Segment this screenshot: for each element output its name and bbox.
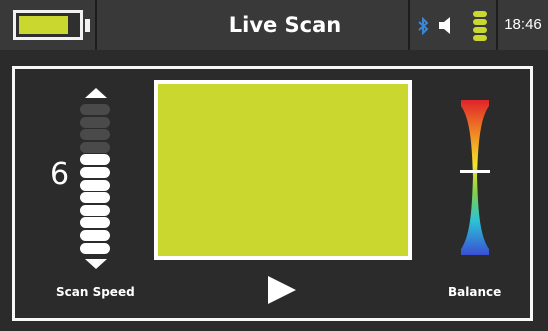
- balance-gradient-bar: [461, 100, 489, 255]
- speed-segment: [80, 217, 110, 228]
- speed-segment: [80, 104, 110, 115]
- page-title: Live Scan: [228, 13, 342, 37]
- speed-segment: [80, 142, 110, 153]
- play-icon[interactable]: [268, 276, 296, 304]
- speed-segment: [80, 167, 110, 178]
- status-bar: Live Scan 18:46: [0, 0, 548, 50]
- speed-segment: [80, 180, 110, 191]
- speed-segment: [80, 117, 110, 128]
- speed-up-button[interactable]: [85, 88, 107, 98]
- clock: 18:46: [504, 16, 542, 33]
- scan-speed-label: Scan Speed: [56, 285, 135, 299]
- scan-display: [154, 80, 412, 260]
- battery-tip: [85, 19, 90, 32]
- battery-fill: [19, 16, 68, 34]
- speed-segment: [80, 230, 110, 241]
- speed-segment: [80, 192, 110, 203]
- scan-speed-value: 6: [50, 157, 70, 192]
- bluetooth-icon: [418, 17, 429, 35]
- speed-down-button[interactable]: [85, 259, 107, 269]
- speed-segment: [80, 129, 110, 140]
- balance-marker[interactable]: [460, 170, 490, 173]
- speed-segment: [80, 243, 110, 254]
- battery-icon: [13, 10, 90, 40]
- speed-segment: [80, 205, 110, 216]
- status-divider: [408, 0, 410, 50]
- speed-segment: [80, 154, 110, 165]
- speaker-icon: [439, 17, 450, 34]
- status-divider: [95, 0, 97, 50]
- balance-label: Balance: [448, 285, 502, 299]
- signal-icon: [473, 11, 487, 41]
